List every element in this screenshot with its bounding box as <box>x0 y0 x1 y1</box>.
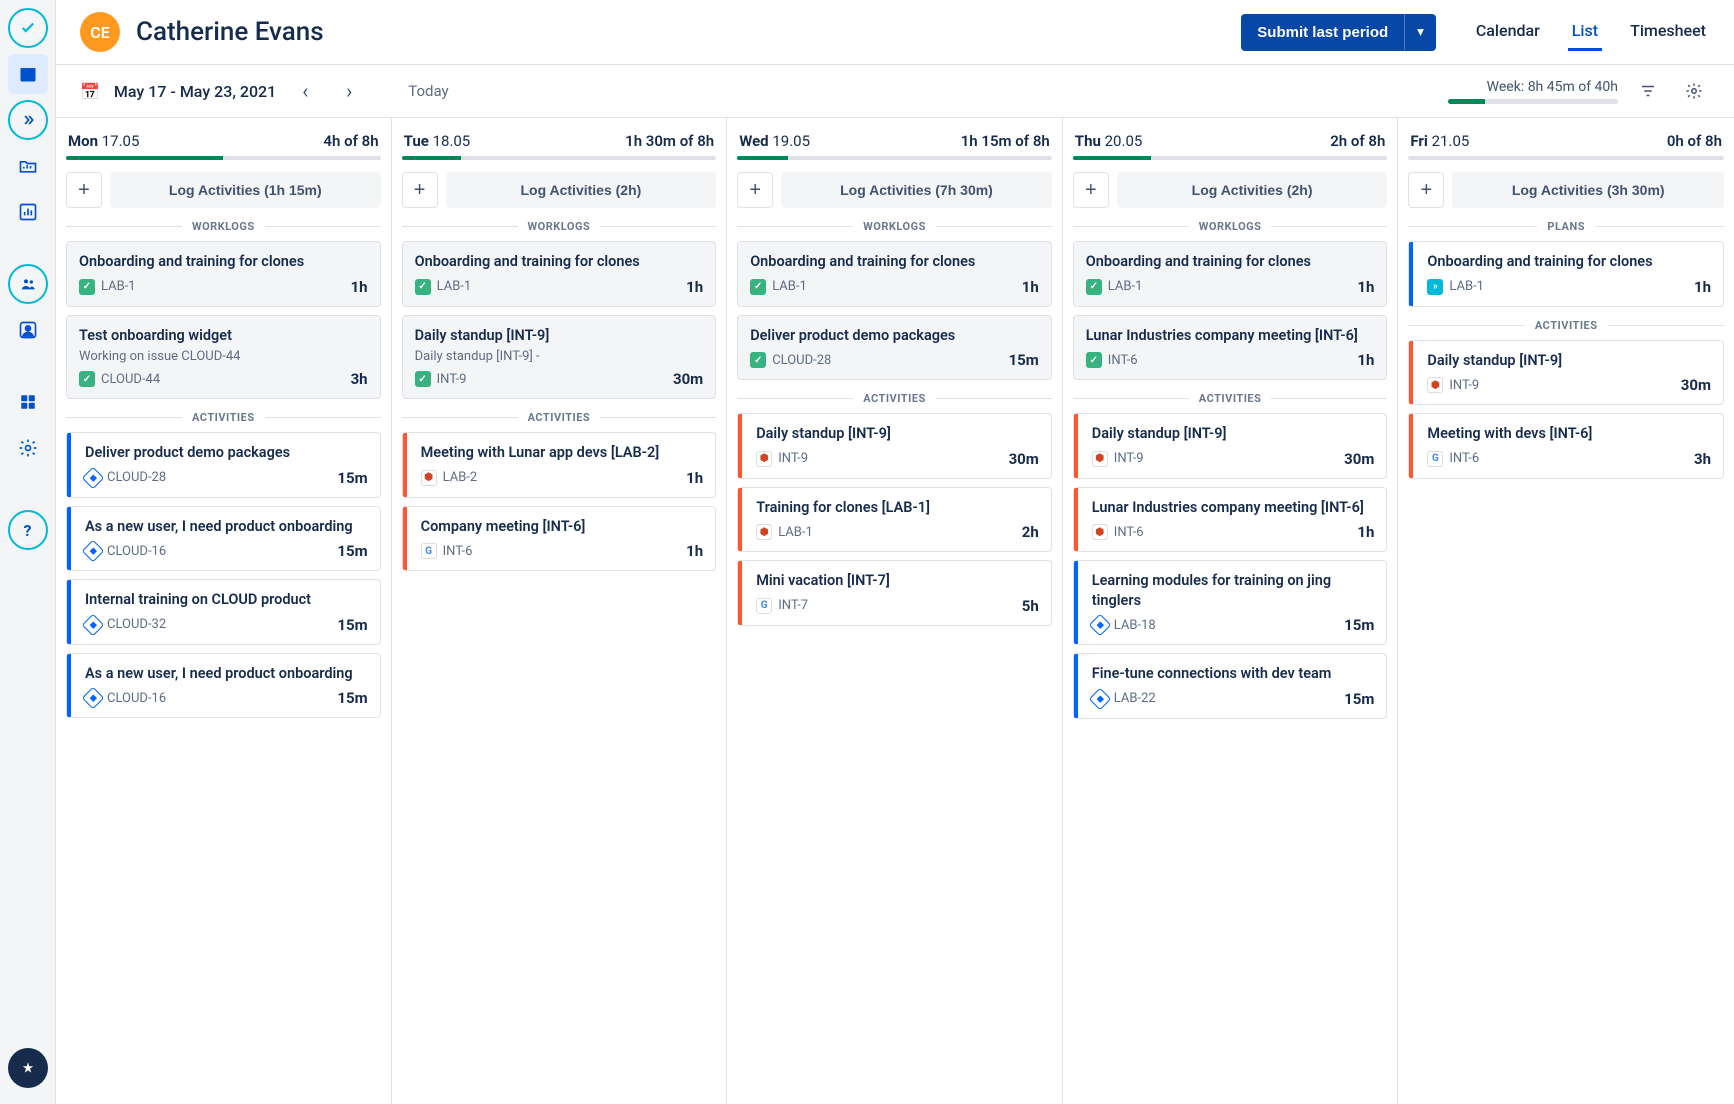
datebar: 📅 May 17 - May 23, 2021 ‹ › Today Week: … <box>56 65 1734 118</box>
card[interactable]: Daily standup [INT-9] ⬢INT-9 30m <box>737 413 1052 479</box>
view-tabs: Calendar List Timesheet <box>1472 13 1710 51</box>
card[interactable]: Meeting with devs [INT-6] GINT-6 3h <box>1408 413 1724 479</box>
nav-next[interactable] <box>8 100 48 140</box>
card[interactable]: Onboarding and training for clones ✓LAB-… <box>737 241 1052 307</box>
card[interactable]: Deliver product demo packages ✓CLOUD-28 … <box>737 315 1052 381</box>
settings-button[interactable] <box>1678 75 1710 107</box>
card[interactable]: Lunar Industries company meeting [INT-6]… <box>1073 315 1388 381</box>
calendar-icon[interactable]: 📅 <box>80 82 100 101</box>
day-column: Tue 18.051h 30m of 8h + Log Activities (… <box>392 118 728 1104</box>
add-button[interactable]: + <box>1408 172 1444 208</box>
sidebar: ? <box>0 0 56 1104</box>
log-activities-button[interactable]: Log Activities (1h 15m) <box>110 172 381 208</box>
filter-button[interactable] <box>1632 75 1664 107</box>
card[interactable]: Onboarding and training for clones ✓LAB-… <box>66 241 381 307</box>
tab-list[interactable]: List <box>1568 13 1602 51</box>
prev-week-button[interactable]: ‹ <box>290 76 320 106</box>
add-button[interactable]: + <box>66 172 102 208</box>
card[interactable]: Onboarding and training for clones ✓LAB-… <box>402 241 717 307</box>
date-range[interactable]: May 17 - May 23, 2021 <box>114 82 276 101</box>
add-button[interactable]: + <box>1073 172 1109 208</box>
tab-timesheet[interactable]: Timesheet <box>1626 13 1710 51</box>
card[interactable]: Daily standup [INT-9] Daily standup [INT… <box>402 315 717 400</box>
nav-calendar[interactable] <box>8 54 48 94</box>
day-column: Thu 20.052h of 8h + Log Activities (2h)W… <box>1063 118 1399 1104</box>
log-activities-button[interactable]: Log Activities (2h) <box>446 172 717 208</box>
nav-settings[interactable] <box>8 428 48 468</box>
chevron-down-icon[interactable]: ▾ <box>1404 14 1436 50</box>
header: CE Catherine Evans Submit last period ▾ … <box>56 0 1734 65</box>
card[interactable]: Onboarding and training for clones ✓LAB-… <box>1073 241 1388 307</box>
card[interactable]: Meeting with Lunar app devs [LAB-2] ⬢LAB… <box>402 432 717 498</box>
card[interactable]: Daily standup [INT-9] ⬢INT-9 30m <box>1408 340 1724 406</box>
log-activities-button[interactable]: Log Activities (7h 30m) <box>781 172 1052 208</box>
card[interactable]: Onboarding and training for clones »LAB-… <box>1408 241 1724 307</box>
board: Mon 17.054h of 8h + Log Activities (1h 1… <box>56 118 1734 1104</box>
card[interactable]: As a new user, I need product onboarding… <box>66 506 381 572</box>
nav-help[interactable]: ? <box>8 510 48 550</box>
nav-apps[interactable] <box>8 382 48 422</box>
today-button[interactable]: Today <box>408 82 448 100</box>
nav-report-folder[interactable] <box>8 146 48 186</box>
day-column: Wed 19.051h 15m of 8h + Log Activities (… <box>727 118 1063 1104</box>
card[interactable]: Daily standup [INT-9] ⬢INT-9 30m <box>1073 413 1388 479</box>
card[interactable]: Mini vacation [INT-7] GINT-7 5h <box>737 560 1052 626</box>
submit-period-button[interactable]: Submit last period ▾ <box>1241 14 1436 51</box>
card[interactable]: Test onboarding widget Working on issue … <box>66 315 381 400</box>
nav-pin[interactable] <box>8 1048 48 1088</box>
add-button[interactable]: + <box>402 172 438 208</box>
log-activities-button[interactable]: Log Activities (2h) <box>1117 172 1388 208</box>
nav-chart[interactable] <box>8 192 48 232</box>
log-activities-button[interactable]: Log Activities (3h 30m) <box>1452 172 1724 208</box>
next-week-button[interactable]: › <box>334 76 364 106</box>
main: CE Catherine Evans Submit last period ▾ … <box>56 0 1734 1104</box>
nav-person[interactable] <box>8 310 48 350</box>
card[interactable]: As a new user, I need product onboarding… <box>66 653 381 719</box>
card[interactable]: Company meeting [INT-6] GINT-6 1h <box>402 506 717 572</box>
card[interactable]: Lunar Industries company meeting [INT-6]… <box>1073 487 1388 553</box>
week-progress: Week: 8h 45m of 40h <box>1448 79 1618 104</box>
day-column: Mon 17.054h of 8h + Log Activities (1h 1… <box>56 118 392 1104</box>
card[interactable]: Internal training on CLOUD product ◆CLOU… <box>66 579 381 645</box>
nav-logo[interactable] <box>8 8 48 48</box>
day-column: Fri 21.050h of 8h + Log Activities (3h 3… <box>1398 118 1734 1104</box>
card[interactable]: Learning modules for training on jing ti… <box>1073 560 1388 645</box>
card[interactable]: Deliver product demo packages ◆CLOUD-28 … <box>66 432 381 498</box>
add-button[interactable]: + <box>737 172 773 208</box>
card[interactable]: Training for clones [LAB-1] ⬢LAB-1 2h <box>737 487 1052 553</box>
card[interactable]: Fine-tune connections with dev team ◆LAB… <box>1073 653 1388 719</box>
nav-team[interactable] <box>8 264 48 304</box>
tab-calendar[interactable]: Calendar <box>1472 13 1544 51</box>
avatar[interactable]: CE <box>80 12 120 52</box>
user-name: Catherine Evans <box>136 17 324 47</box>
